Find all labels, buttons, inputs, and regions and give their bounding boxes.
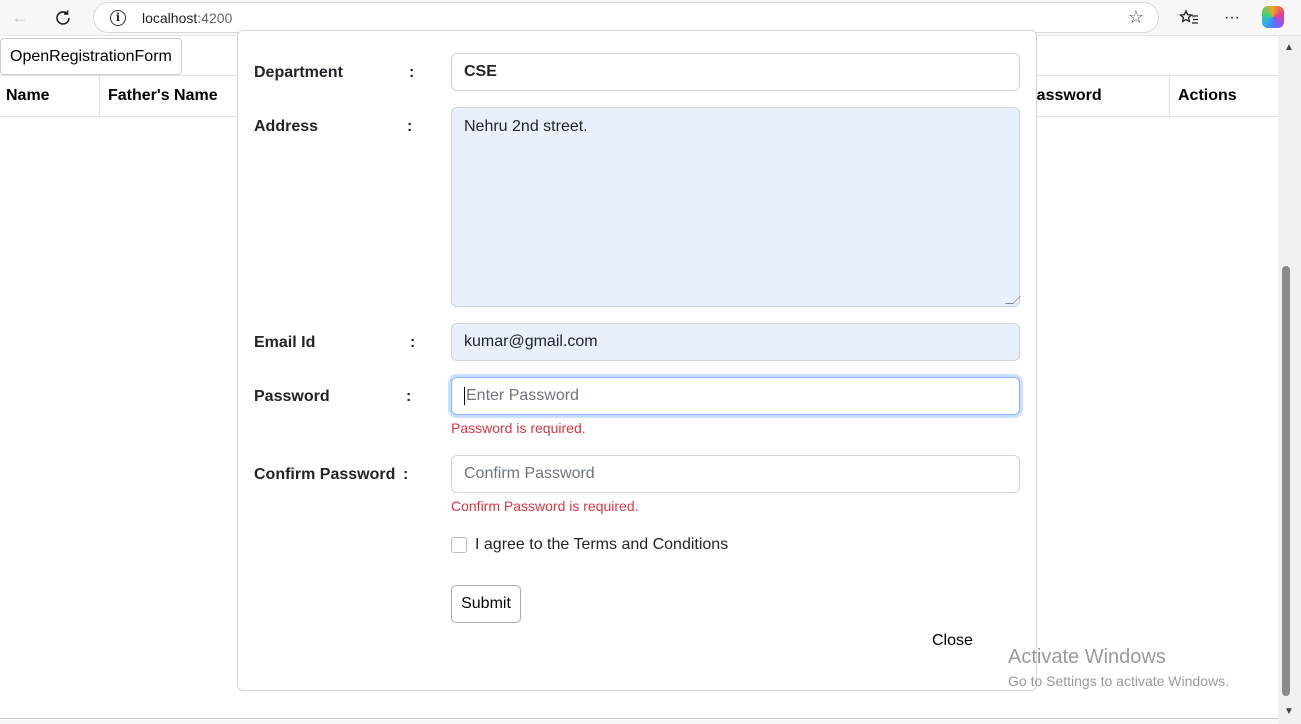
- text-caret: [464, 386, 465, 405]
- scrollbar-thumb[interactable]: [1282, 266, 1290, 696]
- scroll-down-icon[interactable]: ▼: [1284, 706, 1294, 717]
- col-header-name: Name: [6, 87, 50, 104]
- department-label: Department: [254, 64, 343, 81]
- email-field[interactable]: kumar@gmail.com: [451, 323, 1020, 361]
- open-registration-form-button[interactable]: OpenRegistrationForm: [0, 38, 182, 75]
- submit-button[interactable]: Submit: [451, 585, 521, 623]
- col-header-actions: Actions: [1178, 87, 1237, 104]
- page-bottom-edge: [0, 718, 1278, 724]
- confirm-password-field[interactable]: Confirm Password: [451, 455, 1020, 493]
- address-textarea[interactable]: Nehru 2nd street.: [451, 107, 1021, 307]
- department-field[interactable]: CSE: [451, 53, 1020, 91]
- copilot-icon[interactable]: [1262, 6, 1284, 28]
- confirm-password-error: Confirm Password is required.: [451, 498, 639, 514]
- email-label: Email Id: [254, 334, 316, 351]
- col-header-father-name: Father's Name: [108, 87, 218, 104]
- resize-grip-icon[interactable]: [1005, 296, 1021, 304]
- password-field[interactable]: Enter Password: [451, 377, 1020, 415]
- email-colon: :: [410, 334, 416, 351]
- department-colon: :: [409, 64, 415, 81]
- page-scrollbar[interactable]: ▲ ▼: [1278, 36, 1301, 724]
- watermark-subtitle: Go to Settings to activate Windows.: [1008, 673, 1229, 689]
- favorite-star-icon[interactable]: ☆: [1128, 7, 1144, 28]
- back-arrow-icon[interactable]: ←: [5, 3, 35, 33]
- activate-windows-watermark: Activate Windows Go to Settings to activ…: [1008, 646, 1229, 689]
- url-text: localhost:4200: [142, 10, 233, 26]
- confirm-password-label: Confirm Password: [254, 466, 396, 483]
- scroll-up-icon[interactable]: ▲: [1284, 42, 1294, 53]
- address-value: Nehru 2nd street.: [464, 118, 588, 135]
- more-options-icon[interactable]: ···: [1217, 3, 1247, 33]
- registration-modal: Department : CSE Address : Nehru 2nd str…: [237, 30, 1037, 691]
- address-colon: :: [407, 118, 413, 135]
- site-info-icon[interactable]: i: [110, 10, 126, 26]
- password-error: Password is required.: [451, 420, 586, 436]
- address-label: Address: [254, 118, 319, 135]
- reload-icon[interactable]: [48, 3, 78, 33]
- password-placeholder: Enter Password: [466, 387, 579, 404]
- col-header-password: Password: [1026, 87, 1102, 104]
- terms-checkbox[interactable]: [451, 537, 467, 553]
- terms-label[interactable]: I agree to the Terms and Conditions: [475, 536, 728, 554]
- password-label: Password: [254, 388, 330, 405]
- confirm-password-colon: :: [403, 466, 409, 483]
- col-divider: [99, 76, 100, 116]
- address-bar[interactable]: i localhost:4200 ☆: [93, 2, 1159, 33]
- col-divider: [1169, 76, 1170, 116]
- close-button[interactable]: Close: [932, 632, 973, 650]
- favorites-list-icon[interactable]: [1174, 3, 1204, 33]
- watermark-title: Activate Windows: [1008, 646, 1166, 668]
- password-colon: :: [406, 388, 412, 405]
